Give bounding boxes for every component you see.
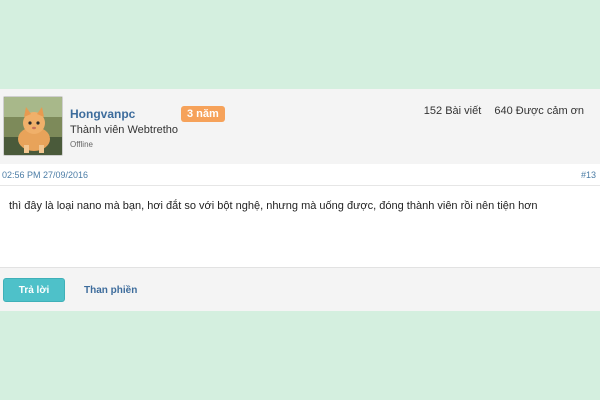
post-footer: Trả lời Than phiền [0, 267, 600, 311]
post-message: thì đây là loại nano mà bạn, hơi đắt so … [9, 200, 538, 212]
post-count: 152 Bài viết [423, 105, 482, 117]
user-stats: 152 Bài viết 640 Được cảm ơn [424, 105, 584, 117]
post-header: Hongvanpc 3 năm Thành viên Webtretho Off… [0, 89, 600, 164]
membership-badge: 3 năm [181, 106, 225, 122]
user-avatar[interactable] [3, 96, 63, 156]
reply-button[interactable]: Trả lời [3, 278, 65, 302]
cat-avatar-image [4, 97, 62, 155]
online-status: Offline [70, 140, 93, 149]
report-link[interactable]: Than phiền [84, 285, 137, 296]
post-timestamp[interactable]: 02:56 PM 27/09/2016 [2, 170, 88, 180]
user-title: Thành viên Webtretho [70, 124, 179, 136]
forum-post: Hongvanpc 3 năm Thành viên Webtretho Off… [0, 89, 600, 311]
username-link[interactable]: Hongvanpc [70, 107, 135, 121]
post-permalink[interactable]: #13 [581, 170, 596, 180]
post-meta-bar: 02:56 PM 27/09/2016 #13 [0, 167, 600, 186]
thanks-count: 640 Được cảm ơn [494, 105, 584, 117]
